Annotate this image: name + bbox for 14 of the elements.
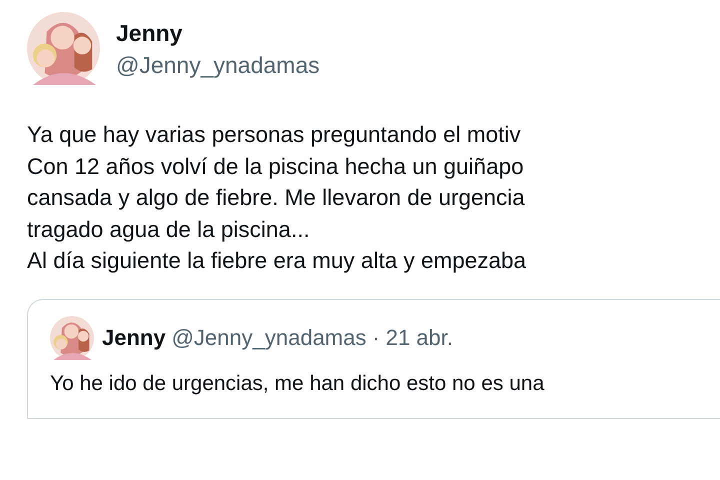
avatar [50,316,94,360]
tweet-text-line: cansada y algo de fiebre. Me llevaron de urgencia [27,184,525,212]
quoted-text-line: Yo he ido de urgencias, me han dicho esto no es una [50,370,544,396]
separator: · [372,324,380,350]
author-name[interactable]: Jenny [116,18,320,46]
tweet-text-line: Ya que hay varias personas preguntando el motiv [27,121,521,149]
tweet-text-line: Con 12 años volví de la piscina hecha un guiñapo [27,152,524,181]
tweet-text-line: Al día siguiente la fiebre era muy alta y empezaba [27,247,526,275]
author-handle[interactable]: @Jenny_ynadamas [172,324,366,350]
author-handle[interactable]: @Jenny_ynadamas [116,50,320,78]
author-name[interactable]: Jenny [102,324,166,350]
tweet-text-line: tragado agua de la piscina... [27,216,310,244]
tweet-date[interactable]: 21 abr. [386,324,453,350]
quoted-tweet-card[interactable]: Jenny @Jenny_ynadamas · 21 abr. Yo he ido de urgencias, me han dicho esto no es una [27,298,720,418]
